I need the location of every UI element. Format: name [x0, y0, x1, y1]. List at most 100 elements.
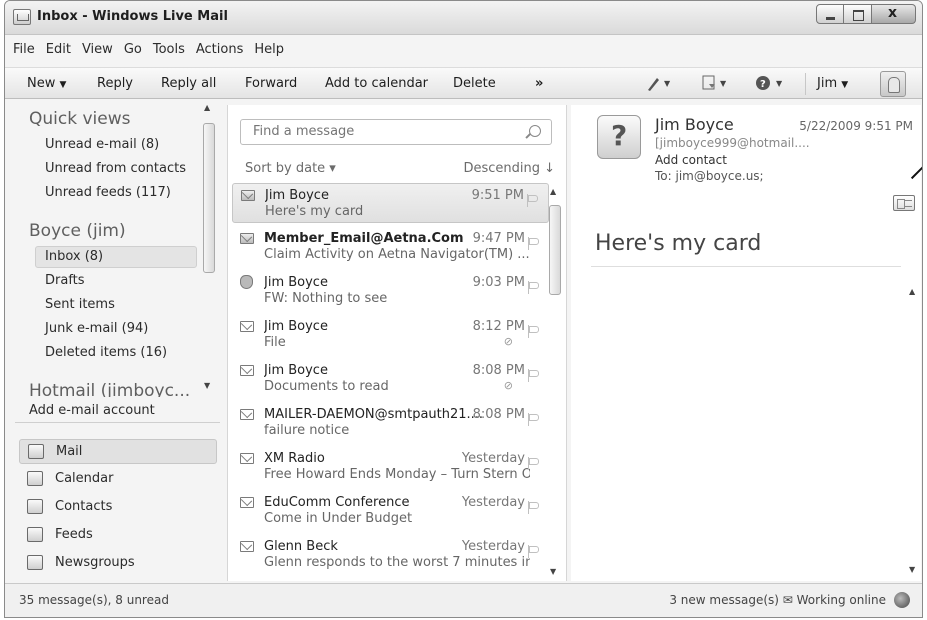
add-email-account-link[interactable]: Add e-mail account — [29, 403, 155, 418]
flag-icon[interactable] — [527, 413, 539, 426]
sender-name[interactable]: Jim Boyce — [655, 115, 734, 134]
message-sender: Jim Boyce — [265, 188, 329, 203]
user-avatar-icon[interactable] — [880, 71, 906, 97]
add-to-calendar-button[interactable]: Add to calendar — [325, 76, 428, 91]
add-contact-link[interactable]: Add contact — [655, 153, 727, 167]
message-row[interactable]: Member_Email@Aetna.Com 9:47 PM Claim Act… — [232, 227, 549, 267]
message-list-scrollbar[interactable] — [548, 183, 562, 579]
search-box[interactable] — [240, 119, 552, 145]
sender-avatar: ? — [597, 115, 641, 159]
message-row[interactable]: Glenn Beck Yesterday Glenn responds to t… — [232, 535, 549, 575]
reply-all-button[interactable]: Reply all — [161, 76, 216, 91]
nav-calendar[interactable]: Calendar — [19, 467, 217, 492]
message-row[interactable]: MAILER-DAEMON@smtpauth21.... 8:08 PM fai… — [232, 403, 549, 443]
new-button[interactable]: New ▼ — [27, 76, 66, 91]
read-email-icon — [240, 321, 254, 332]
sort-by-dropdown[interactable]: Sort by date ▾ — [245, 161, 336, 176]
minimize-button[interactable] — [816, 4, 844, 24]
menu-actions[interactable]: Actions — [196, 41, 252, 61]
forward-button[interactable]: Forward — [245, 76, 297, 91]
message-row[interactable]: Jim Boyce 9:51 PM Here's my card — [232, 183, 549, 223]
mail-app-icon — [13, 9, 31, 25]
contact-card-icon[interactable] — [893, 195, 915, 211]
flag-icon[interactable] — [527, 325, 539, 338]
message-list: Jim Boyce 9:51 PM Here's my card Member_… — [232, 183, 549, 581]
flag-icon[interactable] — [527, 281, 539, 294]
quick-view-unread-feeds[interactable]: Unread feeds (117) — [45, 185, 171, 200]
menu-go[interactable]: Go — [124, 41, 150, 61]
account-heading[interactable]: Boyce (jim) — [29, 221, 126, 241]
scrollbar-thumb[interactable] — [549, 205, 561, 295]
title-bar[interactable]: Inbox - Windows Live Mail — [5, 1, 922, 35]
message-sender: Member_Email@Aetna.Com — [264, 231, 464, 246]
feeds-icon — [27, 527, 43, 542]
brush-icon[interactable]: ▼ — [645, 74, 671, 92]
message-subject: Here's my card — [265, 204, 364, 219]
search-input[interactable] — [253, 124, 513, 139]
user-menu-button[interactable]: Jim ▼ — [817, 76, 848, 91]
mail-icon — [28, 444, 44, 459]
folder-junk-email[interactable]: Junk e-mail (94) — [45, 321, 148, 336]
folder-deleted-items[interactable]: Deleted items (16) — [45, 345, 167, 360]
flag-icon[interactable] — [526, 194, 538, 207]
delete-button[interactable]: Delete — [453, 76, 496, 91]
message-sender: XM Radio — [264, 451, 325, 466]
reply-button[interactable]: Reply — [97, 76, 133, 91]
header-divider — [591, 266, 901, 267]
message-row[interactable]: Jim Boyce 8:08 PM Documents to read ⊘ — [232, 359, 549, 399]
flag-icon[interactable] — [527, 237, 539, 250]
nav-contacts[interactable]: Contacts — [19, 495, 217, 520]
newsgroups-icon — [27, 555, 43, 570]
message-subject: Documents to read — [264, 379, 389, 394]
message-row[interactable]: XM Radio Yesterday Free Howard Ends Mond… — [232, 447, 549, 487]
flag-icon[interactable] — [527, 501, 539, 514]
send-receive-icon[interactable]: ▼ — [701, 74, 727, 92]
menu-tools[interactable]: Tools — [153, 41, 193, 61]
close-button[interactable] — [872, 4, 916, 24]
quick-view-unread-email[interactable]: Unread e-mail (8) — [45, 137, 159, 152]
message-subject: FW: Nothing to see — [264, 291, 388, 306]
flag-icon[interactable] — [527, 545, 539, 558]
more-commands-button[interactable]: » — [535, 76, 543, 91]
menu-bar: File Edit View Go Tools Actions Help — [5, 41, 922, 61]
folder-drafts[interactable]: Drafts — [45, 273, 85, 288]
folder-scrollbar[interactable] — [202, 105, 216, 397]
replied-email-icon — [240, 233, 254, 244]
folder-sent-items[interactable]: Sent items — [45, 297, 115, 312]
status-bar: 35 message(s), 8 unread 3 new message(s)… — [5, 583, 922, 617]
svg-text:▼: ▼ — [776, 79, 783, 88]
quick-views-heading[interactable]: Quick views — [29, 109, 130, 129]
quick-view-unread-contacts[interactable]: Unread from contacts — [45, 161, 186, 176]
callout-arrow — [910, 164, 922, 180]
message-row[interactable]: Jim Boyce 9:03 PM FW: Nothing to see — [232, 271, 549, 311]
folder-inbox-selected[interactable]: Inbox (8) — [35, 246, 197, 268]
hotmail-heading[interactable]: Hotmail (jimboyc... — [29, 381, 190, 397]
toolbar: New ▼ Reply Reply all Forward Add to cal… — [5, 67, 922, 99]
read-email-icon — [240, 409, 254, 420]
nav-newsgroups[interactable]: Newsgroups — [19, 551, 217, 576]
reading-pane-scrollbar[interactable] — [907, 269, 921, 581]
help-icon[interactable]: ? ▼ — [755, 74, 783, 92]
nav-feeds-label: Feeds — [55, 527, 93, 542]
svg-text:▼: ▼ — [664, 79, 671, 88]
pane-divider — [15, 422, 220, 423]
message-subject: failure notice — [264, 423, 350, 438]
connection-status: 3 new message(s) ✉ Working online — [669, 593, 886, 607]
search-icon[interactable] — [529, 125, 541, 137]
scrollbar-thumb[interactable] — [203, 123, 215, 273]
message-list-pane: Sort by date ▾ Descending ↓ Jim Boyce 9:… — [227, 105, 567, 581]
menu-edit[interactable]: Edit — [46, 41, 79, 61]
menu-view[interactable]: View — [82, 41, 121, 61]
maximize-button[interactable] — [844, 4, 872, 24]
message-row[interactable]: Jim Boyce 8:12 PM File ⊘ — [232, 315, 549, 355]
menu-file[interactable]: File — [13, 41, 43, 61]
folder-inbox-label: Inbox (8) — [45, 249, 104, 264]
message-row[interactable]: EduComm Conference Yesterday Come in Und… — [232, 491, 549, 531]
nav-mail[interactable]: Mail — [19, 439, 217, 464]
message-subject: Come in Under Budget — [264, 511, 413, 526]
flag-icon[interactable] — [527, 369, 539, 382]
sort-order-toggle[interactable]: Descending ↓ — [463, 161, 555, 176]
menu-help[interactable]: Help — [254, 41, 292, 61]
nav-feeds[interactable]: Feeds — [19, 523, 217, 548]
flag-icon[interactable] — [527, 457, 539, 470]
